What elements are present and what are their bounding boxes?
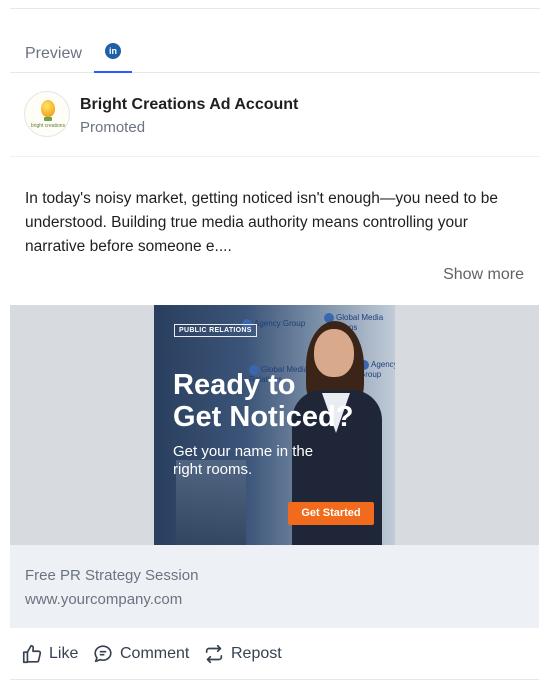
comment-button[interactable]: Comment	[92, 643, 189, 665]
ad-subheadline: Get your name in the right rooms.	[173, 443, 314, 478]
avatar-logo-text: bright creations	[30, 123, 66, 129]
like-button[interactable]: Like	[21, 643, 78, 665]
linkedin-icon: in	[105, 43, 121, 59]
tab-preview[interactable]: Preview	[25, 45, 82, 63]
link-card[interactable]: Free PR Strategy Session www.yourcompany…	[10, 545, 539, 628]
preview-tabs: Preview in	[10, 36, 540, 73]
avatar[interactable]: bright creations	[24, 91, 70, 137]
like-label: Like	[49, 645, 79, 662]
comment-icon	[94, 645, 112, 663]
promoted-label: Promoted	[80, 119, 146, 136]
bg-logo-agency-group-2: Agency Group	[359, 360, 395, 379]
lightbulb-icon	[41, 100, 55, 117]
link-card-title: Free PR Strategy Session	[25, 567, 199, 584]
repost-icon	[205, 644, 223, 664]
post-header: bright creations Bright Creations Ad Acc…	[10, 73, 540, 157]
top-divider	[10, 8, 540, 9]
thumbs-up-icon	[22, 644, 42, 664]
get-started-button[interactable]: Get Started	[288, 502, 374, 525]
tab-linkedin[interactable]: in	[94, 36, 132, 73]
account-name[interactable]: Bright Creations Ad Account	[80, 96, 298, 114]
ad-headline: Ready to Get Noticed?	[173, 369, 354, 433]
ad-creative[interactable]: Agency Group Global Media Relations Agen…	[154, 305, 395, 545]
lightbulb-base	[44, 117, 52, 121]
link-card-url: www.yourcompany.com	[25, 591, 183, 608]
repost-button[interactable]: Repost	[203, 643, 282, 665]
action-bar: Like Comment Repost	[10, 628, 539, 680]
repost-label: Repost	[231, 645, 282, 662]
comment-label: Comment	[120, 645, 190, 662]
post-body: In today's noisy market, getting noticed…	[25, 190, 498, 255]
ad-media[interactable]: Agency Group Global Media Relations Agen…	[10, 305, 539, 545]
ad-tag: PUBLIC RELATIONS	[174, 324, 257, 337]
show-more-link[interactable]: Show more	[443, 266, 524, 284]
